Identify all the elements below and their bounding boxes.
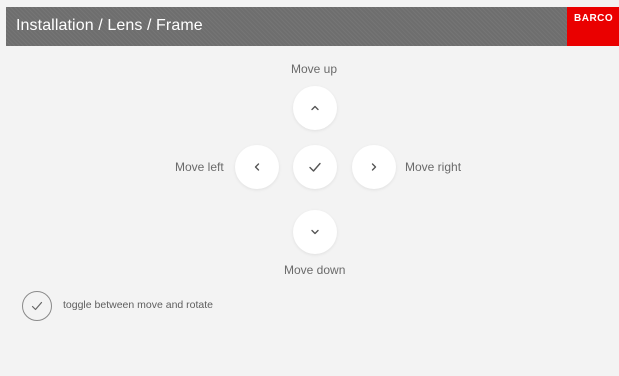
move-up-button[interactable]: [293, 86, 337, 130]
checkmark-icon: [309, 162, 321, 172]
chevron-right-icon: [371, 163, 377, 171]
move-left-button[interactable]: [235, 145, 279, 189]
move-left-label: Move left: [175, 160, 224, 174]
move-right-button[interactable]: [352, 145, 396, 189]
chevron-down-icon: [311, 229, 319, 235]
toggle-label: toggle between move and rotate: [63, 299, 214, 311]
toggle-move-rotate-button[interactable]: [22, 291, 52, 321]
page-title: Installation / Lens / Frame: [16, 17, 203, 34]
move-up-label: Move up: [291, 62, 338, 76]
brand-logo: BARCO: [567, 7, 619, 46]
confirm-button[interactable]: [293, 145, 337, 189]
move-right-label: Move right: [405, 160, 462, 174]
chevron-up-icon: [311, 105, 319, 111]
frame-screen: Installation / Lens / Frame BARCO Move u…: [0, 0, 619, 376]
move-down-label: Move down: [284, 263, 346, 277]
checkmark-icon: [31, 301, 43, 311]
move-down-button[interactable]: [293, 210, 337, 254]
header-bar: Installation / Lens / Frame BARCO: [6, 7, 619, 46]
brand-text: BARCO: [574, 13, 614, 24]
chevron-left-icon: [254, 163, 260, 171]
